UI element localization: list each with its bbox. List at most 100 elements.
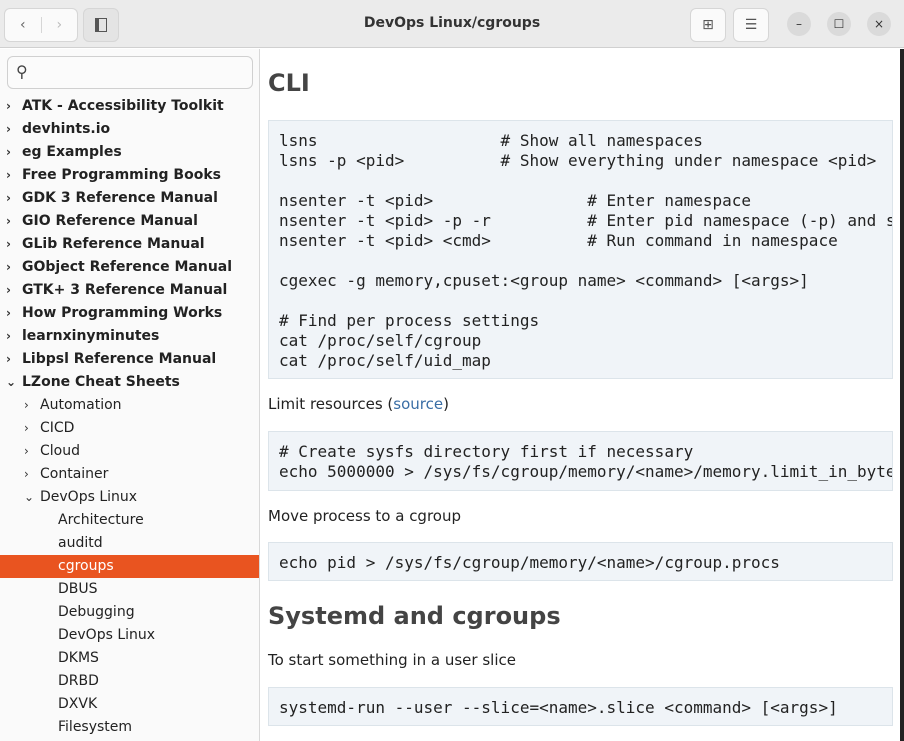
chevron-down-icon[interactable]: ⌄ bbox=[6, 371, 16, 394]
chevron-right-icon[interactable]: › bbox=[24, 440, 29, 463]
tree-item[interactable]: auditd bbox=[0, 532, 259, 555]
tree-item[interactable]: › GDK 3 Reference Manual bbox=[0, 187, 259, 210]
chevron-right-icon[interactable]: › bbox=[6, 325, 11, 348]
chevron-right-icon[interactable]: › bbox=[24, 417, 29, 440]
tree-item[interactable]: › Container bbox=[0, 463, 259, 486]
tree-item-label: DRBD bbox=[58, 673, 99, 689]
search-icon: ⚲ bbox=[16, 62, 28, 81]
tree-item[interactable]: DRBD bbox=[0, 670, 259, 693]
bookmark-button[interactable]: ⊞ bbox=[690, 8, 726, 42]
chevron-right-icon[interactable]: › bbox=[6, 279, 11, 302]
heading-systemd: Systemd and cgroups bbox=[268, 602, 561, 630]
chevron-right-icon[interactable]: › bbox=[6, 95, 11, 118]
tree-item[interactable]: › devhints.io bbox=[0, 118, 259, 141]
tree-item-label: Free Programming Books bbox=[22, 167, 221, 183]
minimize-button[interactable]: – bbox=[787, 12, 811, 36]
text: Limit resources ( bbox=[268, 395, 394, 413]
hamburger-icon: ☰ bbox=[744, 17, 758, 33]
chevron-right-icon[interactable]: › bbox=[6, 118, 11, 141]
tree-item-label: learnxinyminutes bbox=[22, 328, 160, 344]
tree-item-label: DBUS bbox=[58, 581, 98, 597]
tree-item-label: Libpsl Reference Manual bbox=[22, 351, 217, 367]
tree-item-label: CICD bbox=[40, 420, 75, 436]
tree-item[interactable]: › Libpsl Reference Manual bbox=[0, 348, 259, 371]
tree-item-label: auditd bbox=[58, 535, 103, 551]
tree-item[interactable]: cgroups bbox=[0, 555, 259, 578]
scrollbar[interactable] bbox=[900, 49, 904, 741]
tree-item-label: Container bbox=[40, 466, 109, 482]
tree-item[interactable]: › GIO Reference Manual bbox=[0, 210, 259, 233]
tree-item-label: Filesystem bbox=[58, 719, 133, 735]
tree-item-label: ATK - Accessibility Toolkit bbox=[22, 98, 224, 114]
chevron-right-icon[interactable]: › bbox=[6, 302, 11, 325]
content: CLI lsns # Show all namespaces lsns -p <… bbox=[261, 49, 900, 741]
tree-item[interactable]: › learnxinyminutes bbox=[0, 325, 259, 348]
chevron-right-icon[interactable]: › bbox=[6, 187, 11, 210]
tree-item[interactable]: DKMS bbox=[0, 647, 259, 670]
tree-item-label: GTK+ 3 Reference Manual bbox=[22, 282, 228, 298]
tree-item[interactable]: Debugging bbox=[0, 601, 259, 624]
text: ) bbox=[443, 395, 449, 413]
code-block: echo pid > /sys/fs/cgroup/memory/<name>/… bbox=[268, 542, 893, 581]
tree-item-label: GLib Reference Manual bbox=[22, 236, 205, 252]
tree-item-label: cgroups bbox=[58, 558, 114, 574]
limit-resources-text: Limit resources (source) bbox=[268, 395, 449, 413]
chevron-right-icon[interactable]: › bbox=[6, 210, 11, 233]
code-block: # Create sysfs directory first if necess… bbox=[268, 431, 893, 491]
tree-item-label: Automation bbox=[40, 397, 122, 413]
tree-item-label: Architecture bbox=[58, 512, 144, 528]
bookmark-add-icon: ⊞ bbox=[702, 17, 714, 33]
tree-item[interactable]: › Free Programming Books bbox=[0, 164, 259, 187]
tree-item[interactable]: › GObject Reference Manual bbox=[0, 256, 259, 279]
tree-item-label: DevOps Linux bbox=[58, 627, 156, 643]
tree-item-label: LZone Cheat Sheets bbox=[22, 374, 180, 390]
tree-item[interactable]: › GTK+ 3 Reference Manual bbox=[0, 279, 259, 302]
tree-item[interactable]: ⌄ DevOps Linux bbox=[0, 486, 259, 509]
tree-item[interactable]: › eg Examples bbox=[0, 141, 259, 164]
tree-item-label: GDK 3 Reference Manual bbox=[22, 190, 218, 206]
chevron-right-icon[interactable]: › bbox=[6, 164, 11, 187]
chevron-down-icon[interactable]: ⌄ bbox=[24, 486, 34, 509]
tree-item-label: DevOps Linux bbox=[40, 489, 138, 505]
move-process-text: Move process to a cgroup bbox=[268, 507, 462, 525]
chevron-right-icon[interactable]: › bbox=[6, 233, 11, 256]
search-input[interactable]: ⚲ bbox=[7, 56, 253, 89]
tree-item-label: devhints.io bbox=[22, 121, 111, 137]
code-block: systemd-run --user --slice=<name>.slice … bbox=[268, 687, 893, 726]
tree-item[interactable]: › Cloud bbox=[0, 440, 259, 463]
menu-button[interactable]: ☰ bbox=[733, 8, 769, 42]
tree-item-label: GIO Reference Manual bbox=[22, 213, 198, 229]
tree-item-label: GObject Reference Manual bbox=[22, 259, 233, 275]
chevron-right-icon[interactable]: › bbox=[24, 394, 29, 417]
code-block: lsns # Show all namespaces lsns -p <pid>… bbox=[268, 120, 893, 379]
sidebar: ⚲ › ATK - Accessibility Toolkit › devhints.… bbox=[0, 49, 260, 741]
chevron-right-icon[interactable]: › bbox=[6, 256, 11, 279]
close-button[interactable]: × bbox=[867, 12, 891, 36]
maximize-button[interactable]: ☐ bbox=[827, 12, 851, 36]
chevron-right-icon[interactable]: › bbox=[24, 463, 29, 486]
tree-item[interactable]: DXVK bbox=[0, 693, 259, 716]
doc-tree: › ATK - Accessibility Toolkit › devhints.io… bbox=[0, 95, 259, 739]
heading-cli: CLI bbox=[268, 69, 310, 97]
chevron-right-icon[interactable]: › bbox=[6, 348, 11, 371]
tree-item[interactable]: ⌄ LZone Cheat Sheets bbox=[0, 371, 259, 394]
title-bar: ‹ › DevOps Linux/cgroups ⊞ ☰ – ☐ × bbox=[0, 0, 904, 48]
tree-item[interactable]: › ATK - Accessibility Toolkit bbox=[0, 95, 259, 118]
tree-item-label: How Programming Works bbox=[22, 305, 223, 321]
tree-item[interactable]: DevOps Linux bbox=[0, 624, 259, 647]
tree-item-label: DXVK bbox=[58, 696, 98, 712]
tree-item[interactable]: Filesystem bbox=[0, 716, 259, 739]
tree-item-label: eg Examples bbox=[22, 144, 122, 160]
tree-item[interactable]: › Automation bbox=[0, 394, 259, 417]
tree-item-label: Cloud bbox=[40, 443, 80, 459]
tree-item[interactable]: DBUS bbox=[0, 578, 259, 601]
tree-item-label: Debugging bbox=[58, 604, 135, 620]
chevron-right-icon[interactable]: › bbox=[6, 141, 11, 164]
tree-item[interactable]: › GLib Reference Manual bbox=[0, 233, 259, 256]
tree-item[interactable]: › CICD bbox=[0, 417, 259, 440]
tree-item-label: DKMS bbox=[58, 650, 99, 666]
user-slice-text: To start something in a user slice bbox=[268, 651, 516, 669]
tree-item[interactable]: Architecture bbox=[0, 509, 259, 532]
source-link[interactable]: source bbox=[393, 395, 443, 413]
tree-item[interactable]: › How Programming Works bbox=[0, 302, 259, 325]
